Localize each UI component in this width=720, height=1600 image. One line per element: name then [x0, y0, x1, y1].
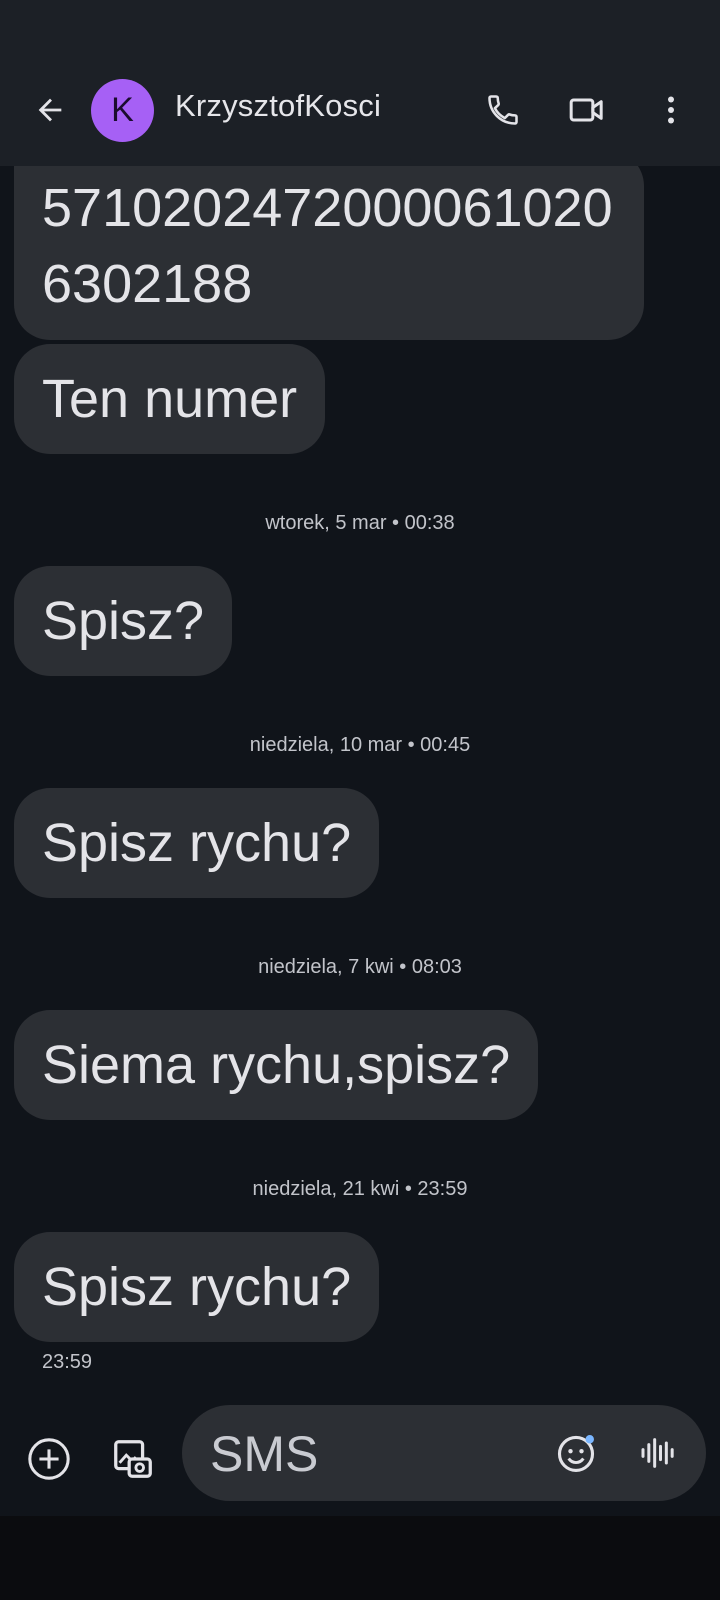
emoji-icon: [557, 1435, 595, 1472]
message-timestamp: 23:59: [42, 1351, 93, 1373]
emoji-button[interactable]: [550, 1427, 602, 1479]
message-bubble[interactable]: Siema rychu,spisz?: [14, 1010, 539, 1120]
add-circle-icon: [28, 1438, 70, 1480]
conversation-header: K KrzysztofKosci: [0, 0, 720, 166]
message-bubble[interactable]: Spisz rychu?: [14, 1232, 380, 1342]
message-input[interactable]: SMS: [182, 1405, 706, 1501]
voice-button[interactable]: [632, 1427, 684, 1479]
date-separator: niedziela, 7 kwi • 08:03: [258, 956, 462, 978]
gallery-icon: [114, 1440, 152, 1478]
gallery-button[interactable]: [106, 1432, 160, 1486]
contact-name[interactable]: KrzysztofKosci: [175, 88, 381, 124]
attach-button[interactable]: [22, 1432, 76, 1486]
message-input-placeholder: SMS: [210, 1426, 319, 1482]
phone-icon: [488, 95, 518, 125]
more-options-button[interactable]: [645, 84, 697, 136]
message-bubble[interactable]: Spisz rychu?: [14, 788, 380, 898]
message-bubble[interactable]: Ten numer: [14, 344, 326, 454]
back-arrow-icon: [38, 98, 62, 122]
more-vert-icon: [668, 96, 674, 124]
avatar[interactable]: K: [91, 79, 154, 142]
voice-waveform-icon: [641, 1438, 674, 1468]
date-separator: niedziela, 10 mar • 00:45: [249, 734, 471, 756]
video-call-button[interactable]: [561, 84, 613, 136]
avatar-letter: K: [111, 91, 134, 129]
call-button[interactable]: [477, 84, 529, 136]
message-bubble[interactable]: Spisz?: [14, 566, 233, 676]
message-bubble[interactable]: 5710202472000061020 6302188: [14, 150, 644, 340]
date-separator: wtorek, 5 mar • 00:38: [265, 512, 455, 534]
video-camera-icon: [569, 98, 603, 122]
date-separator: niedziela, 21 kwi • 23:59: [252, 1178, 468, 1200]
messages-app: K KrzysztofKosci 5710202472000061020 630…: [0, 0, 720, 1600]
navigation-bar-area: [0, 1516, 720, 1600]
back-button[interactable]: [24, 84, 76, 136]
